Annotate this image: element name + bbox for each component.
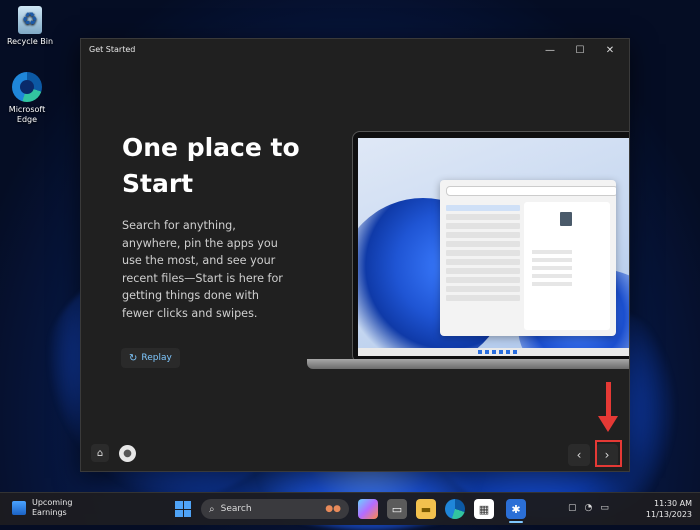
- account-avatar[interactable]: ●: [119, 445, 136, 462]
- desktop-icon-label: Microsoft Edge: [8, 105, 46, 124]
- replay-label: Replay: [141, 353, 172, 363]
- widgets-button[interactable]: Upcoming Earnings: [12, 498, 72, 518]
- desktop-icon-recycle-bin[interactable]: ♻ Recycle Bin: [0, 6, 60, 47]
- laptop-base: [307, 359, 629, 369]
- edge-icon: [12, 72, 42, 102]
- annotation-arrow-shaft: [606, 382, 611, 418]
- calculator-icon: [560, 212, 572, 226]
- file-explorer-icon[interactable]: ▬: [416, 499, 436, 519]
- stock-chart-icon: [12, 501, 26, 515]
- desktop-icon-edge[interactable]: Microsoft Edge: [0, 72, 54, 125]
- store-icon[interactable]: ▦: [474, 499, 494, 519]
- system-tray[interactable]: ▢ ◔ ▭: [568, 503, 609, 513]
- copilot-icon[interactable]: [358, 499, 378, 519]
- widget-line-1: Upcoming: [32, 498, 73, 507]
- close-button[interactable]: ✕: [595, 41, 625, 59]
- clock-date: 11/13/2023: [645, 510, 692, 519]
- clock[interactable]: 11:30 AM 11/13/2023: [632, 498, 692, 520]
- window-title: Get Started: [89, 45, 136, 54]
- previous-button[interactable]: ‹: [568, 444, 590, 466]
- search-icon: ⌕: [209, 503, 215, 515]
- start-button[interactable]: [175, 501, 191, 517]
- search-highlight-icon: ●●: [325, 504, 341, 514]
- home-button[interactable]: ⌂: [91, 444, 109, 462]
- network-icon: ◔: [584, 503, 593, 513]
- replay-icon: ↻: [129, 352, 138, 364]
- get-started-window: Get Started — ☐ ✕ One place to Start Sea…: [80, 38, 630, 472]
- clock-time: 11:30 AM: [654, 499, 692, 508]
- task-view-icon[interactable]: ▭: [387, 499, 407, 519]
- recycle-bin-icon: ♻: [18, 6, 42, 34]
- laptop-bezel: [352, 131, 629, 363]
- get-started-taskbar-icon[interactable]: ✱: [506, 499, 526, 519]
- start-menu-search: [446, 186, 616, 196]
- person-icon: ●: [123, 448, 132, 459]
- search-label: Search: [220, 504, 252, 514]
- notification-icon: ▢: [568, 503, 577, 513]
- start-menu-results: [446, 202, 520, 330]
- taskbar-search[interactable]: ⌕ Search ●●: [201, 499, 349, 519]
- chevron-left-icon: ‹: [576, 448, 582, 462]
- annotation-arrow-head: [598, 416, 618, 432]
- windows-logo-icon: [175, 501, 183, 509]
- screen-taskbar: [358, 348, 629, 356]
- annotation-highlight-box: [595, 440, 622, 467]
- desktop-icon-label: Recycle Bin: [6, 37, 54, 46]
- maximize-button[interactable]: ☐: [565, 41, 595, 59]
- start-menu-preview: [440, 180, 616, 336]
- widget-line-2: Earnings: [32, 508, 67, 517]
- home-icon: ⌂: [96, 447, 104, 459]
- replay-button[interactable]: ↻ Replay: [121, 348, 180, 368]
- start-menu-detail: [524, 202, 610, 330]
- minimize-button[interactable]: —: [535, 41, 565, 59]
- battery-icon: ▭: [600, 503, 609, 513]
- page-description: Search for anything, anywhere, pin the a…: [122, 219, 283, 320]
- laptop-screen: [358, 138, 629, 356]
- title-bar[interactable]: Get Started — ☐ ✕: [81, 39, 629, 61]
- edge-taskbar-icon[interactable]: [445, 499, 465, 519]
- active-app-indicator: [509, 521, 523, 523]
- laptop-illustration: [307, 131, 629, 411]
- taskbar: Upcoming Earnings ⌕ Search ●● ▭ ▬ ▦ ✱ ▢ …: [0, 492, 700, 525]
